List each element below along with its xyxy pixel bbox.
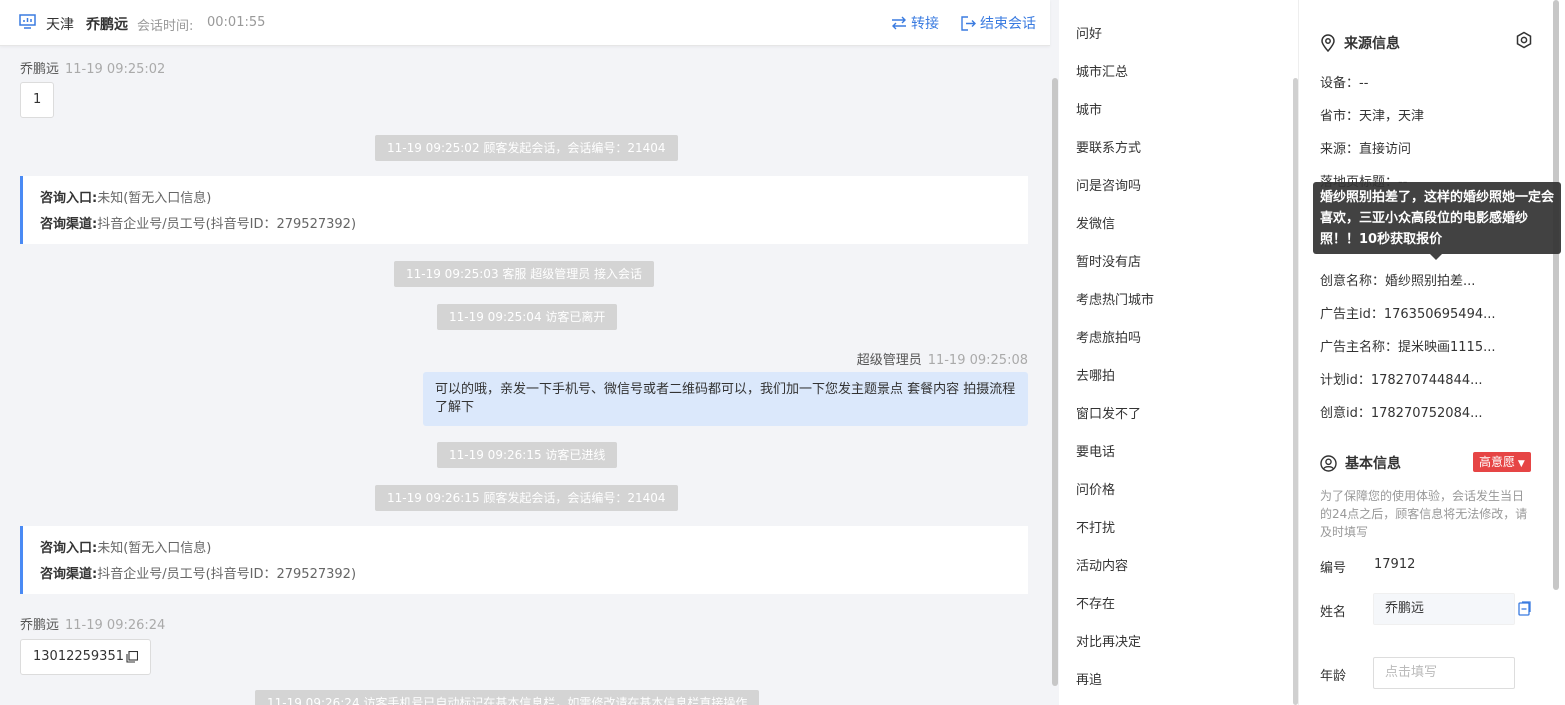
system-message: 11-19 09:25:04 访客已离开 <box>437 304 618 330</box>
message-meta: 乔鹏远 11-19 09:26:24 <box>20 614 165 633</box>
quick-reply-item[interactable]: 问是咨询吗 <box>1076 175 1141 194</box>
duration-label: 会话时间: <box>137 19 194 34</box>
entry-key: 咨询入口: <box>40 541 98 556</box>
copy-icon[interactable] <box>126 651 138 663</box>
quick-reply-item[interactable]: 再追 <box>1076 669 1102 688</box>
entry-key: 咨询入口: <box>40 191 98 206</box>
creative-name-field: 创意名称：婚纱照别拍差... <box>1320 274 1476 289</box>
system-message: 11-19 09:25:02 顾客发起会话，会话编号：21404 <box>375 135 678 161</box>
agent-message: 可以的哦，亲发一下手机号、微信号或者二维码都可以，我们加一下您发主题景点 套餐内… <box>423 372 1028 426</box>
session-duration: 00:01:55 <box>207 15 266 30</box>
system-message: 11-19 09:26:15 顾客发起会话，会话编号：21404 <box>375 485 678 511</box>
chat-panel: 天津 乔鹏远 会话时间: 00:01:55 转接 结束会话 乔鹏远 11-19 0… <box>0 0 1059 705</box>
visitor-message: 1 <box>20 82 55 118</box>
basic-info-label: 基本信息 <box>1345 456 1401 472</box>
quick-reply-item[interactable]: 城市 <box>1076 99 1102 118</box>
quick-reply-scrollbar[interactable] <box>1293 78 1298 705</box>
advertiser-name-field: 广告主名称：提米映画1115... <box>1320 340 1496 355</box>
creative-tooltip: 婚纱照别拍差了，这样的婚纱照她一定会喜欢，三亚小众高段位的电影感婚纱照！！10秒… <box>1313 182 1561 260</box>
user-circle-icon <box>1320 454 1337 472</box>
entry-info-card: 咨询入口:未知(暂无入口信息) 咨询渠道:抖音企业号/员工号(抖音号ID：279… <box>20 526 1028 594</box>
message-time: 11-19 09:25:08 <box>927 353 1028 368</box>
quick-reply-item[interactable]: 窗口发不了 <box>1076 403 1141 422</box>
visitor-name: 乔鹏远 <box>86 17 128 33</box>
device-field: 设备：-- <box>1320 76 1369 91</box>
chat-header: 天津 乔鹏远 会话时间: 00:01:55 转接 结束会话 <box>0 0 1050 46</box>
creative-id-field: 创意id：178270752084... <box>1320 406 1483 421</box>
channel-key: 咨询渠道: <box>40 567 98 582</box>
name-field[interactable]: 乔鹏远 <box>1373 593 1515 625</box>
transfer-label: 转接 <box>911 16 939 32</box>
transfer-button[interactable]: 转接 <box>891 13 939 33</box>
quick-reply-item[interactable]: 暂时没有店 <box>1076 251 1141 270</box>
plan-id-field: 计划id：178270744844... <box>1320 373 1483 388</box>
sender-name: 超级管理员 <box>856 353 922 368</box>
settings-icon[interactable] <box>1515 31 1533 49</box>
entry-value: 未知(暂无入口信息) <box>97 191 212 206</box>
transfer-icon <box>892 16 906 30</box>
caret-down-icon: ▼ <box>1515 459 1525 469</box>
quick-reply-item[interactable]: 发微信 <box>1076 213 1115 232</box>
quick-reply-item[interactable]: 问价格 <box>1076 479 1115 498</box>
info-scrollbar[interactable] <box>1553 0 1559 590</box>
age-label: 年龄 <box>1320 669 1347 684</box>
customer-info-panel: 来源信息 设备：-- 省市：天津，天津 来源：直接访问 落地页标题：-- 创意名… <box>1300 0 1565 705</box>
name-label: 姓名 <box>1320 605 1347 620</box>
sender-name: 乔鹏远 <box>20 62 60 77</box>
customer-number: 17912 <box>1374 557 1416 572</box>
quick-reply-item[interactable]: 要电话 <box>1076 441 1115 460</box>
channel-key: 咨询渠道: <box>40 217 98 232</box>
location-pin-icon <box>1321 34 1335 52</box>
phone-number: 13012259351 <box>33 649 124 664</box>
source-field: 来源：直接访问 <box>1320 142 1412 157</box>
channel-value: 抖音企业号/员工号(抖音号ID：279527392) <box>97 567 357 582</box>
message-time: 11-19 09:26:24 <box>65 618 166 633</box>
exit-icon <box>961 15 976 31</box>
quick-reply-item[interactable]: 考虑热门城市 <box>1076 289 1154 308</box>
quick-reply-item[interactable]: 不打扰 <box>1076 517 1115 536</box>
number-label: 编号 <box>1320 561 1347 576</box>
message-meta: 超级管理员 11-19 09:25:08 <box>857 349 1028 368</box>
quick-reply-item[interactable]: 去哪拍 <box>1076 365 1115 384</box>
quick-reply-panel: 问好 城市汇总 城市 要联系方式 问是咨询吗 发微信 暂时没有店 考虑热门城市 … <box>1059 0 1299 705</box>
quick-reply-item[interactable]: 对比再决定 <box>1076 631 1141 650</box>
intent-label: 高意愿 <box>1479 455 1516 469</box>
quick-reply-item[interactable]: 不存在 <box>1076 593 1115 612</box>
end-session-label: 结束会话 <box>980 16 1036 32</box>
system-message: 11-19 09:25:03 客服 超级管理员 接入会话 <box>394 261 655 287</box>
quick-reply-item[interactable]: 城市汇总 <box>1076 61 1128 80</box>
province-field: 省市：天津，天津 <box>1320 109 1425 124</box>
edit-tip: 为了保障您的使用体验，会话发生当日的24点之后，顾客信息将无法修改，请及时填写 <box>1320 489 1528 539</box>
intent-dropdown[interactable]: 高意愿 ▼ <box>1473 452 1531 472</box>
system-message: 11-19 09:26:24 访客手机号已自动标记在基本信息栏，如需修改请在基本… <box>255 690 760 705</box>
quick-reply-item[interactable]: 活动内容 <box>1076 555 1128 574</box>
visitor-message: 13012259351 <box>20 639 151 675</box>
advertiser-id-field: 广告主id：176350695494... <box>1320 307 1496 322</box>
quick-reply-item[interactable]: 问好 <box>1076 23 1102 42</box>
entry-value: 未知(暂无入口信息) <box>97 541 212 556</box>
entry-info-card: 咨询入口:未知(暂无入口信息) 咨询渠道:抖音企业号/员工号(抖音号ID：279… <box>20 176 1028 244</box>
edit-note-icon[interactable] <box>1518 601 1531 616</box>
channel-value: 抖音企业号/员工号(抖音号ID：279527392) <box>97 217 357 232</box>
source-info-label: 来源信息 <box>1344 36 1400 52</box>
system-message: 11-19 09:26:15 访客已进线 <box>437 442 618 468</box>
sender-name: 乔鹏远 <box>20 618 60 633</box>
basic-info-title: 基本信息 <box>1320 453 1401 473</box>
quick-reply-item[interactable]: 要联系方式 <box>1076 137 1141 156</box>
message-meta: 乔鹏远 11-19 09:25:02 <box>20 58 165 77</box>
source-info-title: 来源信息 <box>1320 33 1400 53</box>
visitor-city: 天津 <box>46 17 74 33</box>
chat-scrollbar[interactable] <box>1052 78 1058 686</box>
monitor-icon <box>19 14 36 29</box>
quick-reply-item[interactable]: 考虑旅拍吗 <box>1076 327 1141 346</box>
end-session-button[interactable]: 结束会话 <box>961 13 1036 33</box>
age-field[interactable]: 点击填写 <box>1373 657 1515 689</box>
message-time: 11-19 09:25:02 <box>65 62 166 77</box>
